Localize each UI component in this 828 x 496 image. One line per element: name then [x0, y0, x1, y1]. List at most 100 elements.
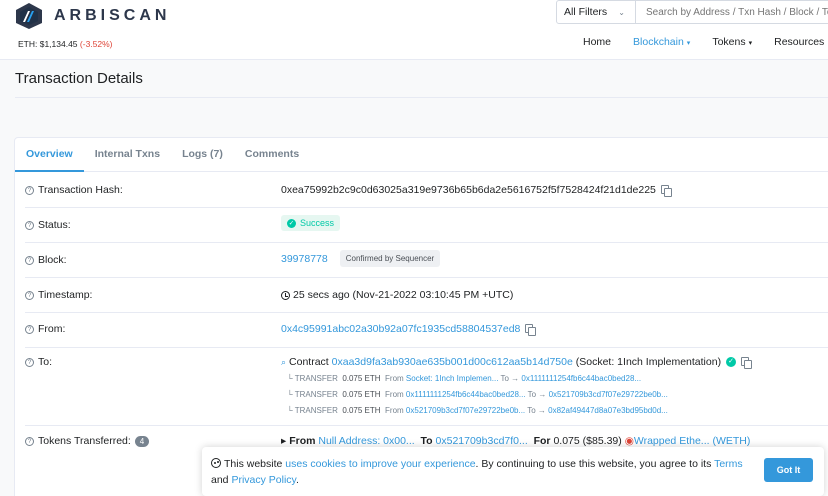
transfer-to-word: To → — [527, 390, 547, 399]
transfer-prefix: └ TRANSFER — [287, 406, 338, 415]
row-label: ? Timestamp: — [25, 289, 92, 301]
clock-icon — [281, 290, 290, 300]
row-value: 25 secs ago (Nov-21-2022 03:10:45 PM +UT… — [281, 289, 513, 301]
terms-link[interactable]: Terms — [714, 458, 743, 470]
row-transaction-hash: ? Transaction Hash: 0xea75992b2c9c0d63025… — [25, 173, 828, 208]
cookie-policy-link[interactable]: uses cookies to improve your experience — [285, 458, 475, 470]
copy-icon[interactable] — [660, 185, 672, 197]
timestamp-label: Timestamp: — [38, 289, 93, 301]
tab-logs[interactable]: Logs (7) — [171, 138, 234, 172]
transfer-to-link[interactable]: 0x521709b3cd7f07e29722be0b... — [549, 390, 668, 399]
token-to-word: To — [420, 435, 433, 447]
transfer-item: └ TRANSFER 0.075 ETH From 0x521709b3cd7f… — [287, 406, 668, 415]
block-number-link[interactable]: 39978778 — [281, 253, 328, 265]
transfer-from-word: From — [385, 390, 404, 399]
transfer-from-link[interactable]: 0x521709b3cd7f07e29722be0b... — [406, 406, 525, 415]
nav-tokens-label: Tokens — [712, 36, 746, 48]
eth-price-value: ETH: $1,134.45 — [18, 39, 78, 49]
status-label: Status: — [38, 219, 71, 231]
eth-price-change: (-3.52%) — [79, 39, 113, 49]
token-name-link[interactable]: Wrapped Ethe... (WETH) — [634, 435, 751, 447]
cookie-text: . — [296, 474, 299, 486]
transfer-item: └ TRANSFER 0.075 ETH From Socket: 1Inch … — [287, 374, 641, 383]
nav-home-label: Home — [583, 36, 612, 48]
contract-search-icon: ⌕ — [281, 356, 287, 367]
nav-resources-label: Resources — [774, 36, 825, 48]
nav-home[interactable]: Home — [583, 36, 611, 48]
question-icon[interactable]: ? — [25, 436, 34, 446]
cookie-text: This website — [224, 458, 286, 470]
row-value: 0xea75992b2c9c0d63025a319e9736b65b6da2e5… — [281, 184, 672, 197]
page-title: Transaction Details — [15, 70, 143, 87]
site-header: ARBISCAN ETH: $1,134.45 (-3.52%) All Fil… — [0, 0, 828, 60]
row-from: ? From: 0x4c95991abc02a30b92a07fc1935cd58… — [25, 313, 828, 348]
row-status: ? Status: ✓ Success — [25, 208, 828, 243]
block-label: Block: — [38, 254, 67, 266]
question-icon[interactable]: ? — [25, 324, 34, 334]
token-from-link[interactable]: Null Address: 0x00... — [318, 435, 414, 447]
logo[interactable]: ARBISCAN — [14, 2, 170, 30]
row-block: ? Block: 39978778 Confirmed by Sequencer — [25, 243, 828, 278]
transfer-to-link[interactable]: 0x82af49447d8a07e3bd95bd0d... — [548, 406, 668, 415]
search-input[interactable] — [636, 0, 828, 24]
transfer-from-word: From — [385, 374, 404, 383]
transfer-from-link[interactable]: 0x1111111254fb6c44bac0bed28... — [406, 390, 526, 399]
cookie-icon — [211, 458, 221, 468]
copy-icon[interactable] — [741, 357, 753, 369]
tab-overview[interactable]: Overview — [15, 138, 84, 172]
question-icon[interactable]: ? — [25, 185, 34, 195]
status-badge: ✓ Success — [281, 215, 341, 231]
timestamp-value: 25 secs ago (Nov-21-2022 03:10:45 PM +UT… — [293, 289, 514, 301]
cookie-message: This website uses cookies to improve you… — [211, 456, 751, 488]
arbiscan-logo-icon — [16, 3, 42, 29]
tokens-label: Tokens Transferred: — [38, 435, 131, 447]
tokens-count-badge: 4 — [134, 435, 150, 447]
transfer-to-link[interactable]: 0x1111111254fb6c44bac0bed28... — [521, 374, 641, 383]
transaction-hash: 0xea75992b2c9c0d63025a319e9736b65b6da2e5… — [281, 184, 656, 196]
question-icon[interactable]: ? — [25, 255, 34, 265]
privacy-policy-link[interactable]: Privacy Policy — [231, 474, 296, 486]
row-label: ? Block: — [25, 254, 67, 266]
question-icon[interactable]: ? — [25, 357, 34, 367]
transfer-amount: 0.075 ETH — [342, 390, 381, 399]
cookie-text: . By continuing to use this website, you… — [475, 458, 715, 470]
nav-tokens[interactable]: Tokens ▾ — [712, 36, 752, 48]
tab-comments[interactable]: Comments — [234, 138, 310, 172]
from-label: From: — [38, 323, 66, 335]
verified-check-icon: ✓ — [726, 357, 737, 367]
search-filter-select[interactable]: All Filters ⌄ — [556, 0, 636, 24]
row-label: ? Transaction Hash: — [25, 184, 123, 196]
token-from-word: ▸ From — [281, 435, 316, 447]
transfer-amount: 0.075 ETH — [342, 374, 381, 383]
row-value: 39978778 Confirmed by Sequencer — [281, 250, 441, 267]
main-nav: Home Blockchain ▾ Tokens ▾ Resources — [583, 36, 828, 48]
chevron-down-icon: ▾ — [686, 40, 691, 47]
question-icon[interactable]: ? — [25, 290, 34, 300]
eth-price: ETH: $1,134.45 (-3.52%) — [18, 39, 113, 49]
transfer-to-word: To → — [500, 374, 520, 383]
copy-icon[interactable] — [525, 324, 537, 336]
to-contract-name: (Socket: 1Inch Implementation) — [575, 356, 722, 368]
row-label: ? Tokens Transferred: 4 — [25, 435, 150, 447]
to-prefix: Contract — [289, 356, 329, 368]
row-value: ▸ From Null Address: 0x00... To 0x521709… — [281, 435, 750, 447]
transfer-from-word: From — [385, 406, 404, 415]
question-icon[interactable]: ? — [25, 220, 34, 230]
status-text: Success — [300, 218, 335, 228]
tab-bar: Overview Internal Txns Logs (7) Comments — [15, 138, 828, 172]
row-value: ⌕ Contract 0xaa3d9fa3ab930ae635b001d00c6… — [281, 356, 753, 369]
token-to-link[interactable]: 0x521709b3cd7f0... — [436, 435, 528, 447]
tab-internal-txns[interactable]: Internal Txns — [84, 138, 171, 172]
chevron-down-icon: ▾ — [748, 40, 753, 47]
search-filter-label: All Filters — [564, 6, 608, 18]
transfer-from-link[interactable]: Socket: 1Inch Implemen... — [406, 374, 499, 383]
nav-resources[interactable]: Resources — [774, 36, 824, 48]
nav-blockchain-label: Blockchain — [633, 36, 684, 48]
to-address-link[interactable]: 0xaa3d9fa3ab930ae635b001d00c612aa5b14d75… — [332, 356, 573, 368]
nav-blockchain[interactable]: Blockchain ▾ — [633, 36, 690, 48]
row-value: ✓ Success — [281, 215, 341, 231]
from-address-link[interactable]: 0x4c95991abc02a30b92a07fc1935cd58804537e… — [281, 323, 520, 335]
transfer-to-word: To → — [527, 406, 546, 415]
weth-token-icon: ◉ — [624, 435, 634, 447]
got-it-button[interactable]: Got It — [764, 458, 813, 482]
